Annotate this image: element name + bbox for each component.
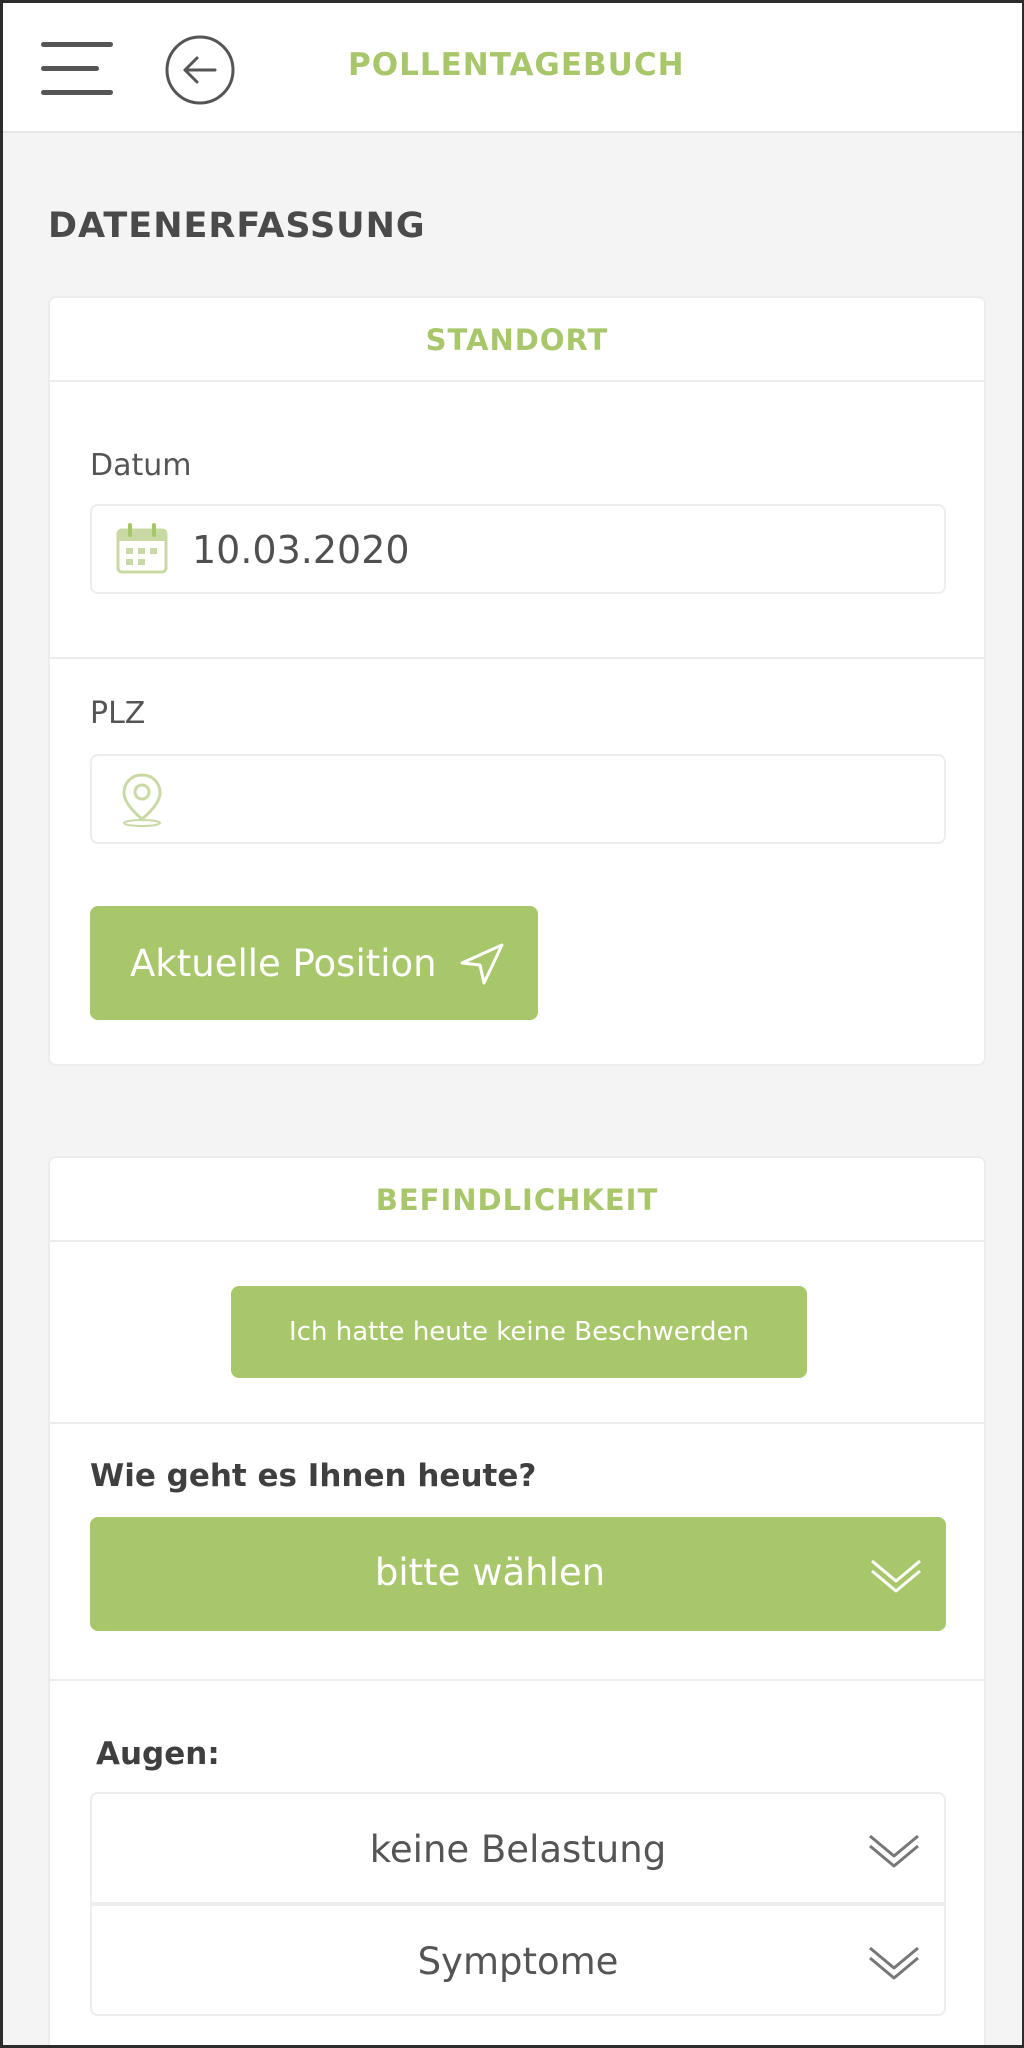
back-arrow-icon[interactable] — [163, 33, 237, 107]
chevron-down-icon — [871, 1559, 921, 1593]
eyes-symptoms-value: Symptome — [417, 1940, 619, 1983]
eyes-symptoms-select[interactable]: Symptome — [90, 1904, 946, 2016]
top-bar: POLLENTAGEBUCH — [3, 3, 1022, 133]
eyes-level-value: keine Belastung — [369, 1828, 667, 1871]
app-frame: POLLENTAGEBUCH DATENERFASSUNG STANDORT D… — [0, 0, 1024, 2048]
befindlichkeit-card: BEFINDLICHKEIT Ich hatte heute keine Bes… — [48, 1156, 986, 2045]
location-pin-icon — [122, 773, 162, 827]
date-label: Datum — [90, 448, 192, 483]
current-position-label: Aktuelle Position — [130, 942, 437, 985]
calendar-icon — [116, 523, 168, 574]
no-complaints-label: Ich hatte heute keine Beschwerden — [289, 1317, 749, 1347]
date-field[interactable]: 10.03.2020 — [90, 504, 946, 594]
divider — [50, 1422, 984, 1424]
navigation-arrow-icon — [460, 943, 504, 985]
eyes-level-select[interactable]: keine Belastung — [90, 1792, 946, 1904]
hamburger-menu-icon[interactable] — [41, 40, 113, 100]
eyes-label: Augen: — [96, 1736, 220, 1772]
plz-field[interactable] — [90, 754, 946, 844]
divider — [50, 1679, 984, 1681]
plz-label: PLZ — [90, 696, 146, 731]
chevron-down-icon — [869, 1946, 919, 1980]
no-complaints-button[interactable]: Ich hatte heute keine Beschwerden — [231, 1286, 807, 1378]
mood-select[interactable]: bitte wählen — [90, 1517, 946, 1631]
befindlichkeit-heading: BEFINDLICHKEIT — [50, 1158, 984, 1242]
date-value: 10.03.2020 — [192, 528, 410, 572]
mood-select-value: bitte wählen — [374, 1551, 606, 1594]
mood-question: Wie geht es Ihnen heute? — [90, 1458, 537, 1494]
divider — [50, 657, 984, 659]
standort-heading: STANDORT — [50, 298, 984, 382]
page-title: DATENERFASSUNG — [48, 206, 426, 246]
standort-card: STANDORT Datum 10.03.2020 PLZ Aktuelle P… — [48, 296, 986, 1066]
current-position-button[interactable]: Aktuelle Position — [90, 906, 538, 1020]
app-title: POLLENTAGEBUCH — [348, 47, 685, 83]
chevron-down-icon — [869, 1834, 919, 1868]
